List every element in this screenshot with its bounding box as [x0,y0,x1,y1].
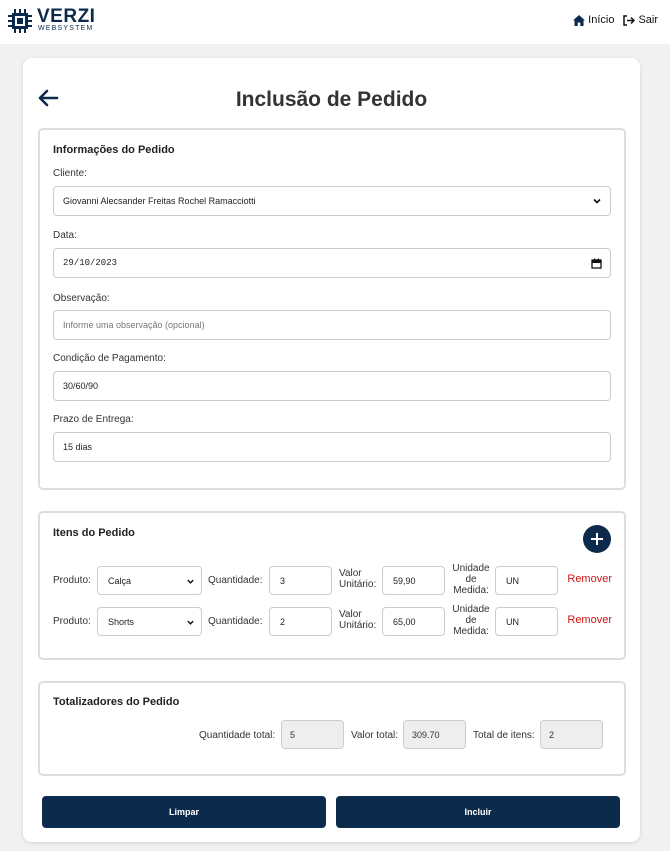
unit-value-label-line: Valor [339,609,362,620]
unit-value-label: Valor Unitário: [339,568,376,590]
unit-input[interactable]: UN [495,566,558,595]
observation-input[interactable]: Informe uma observação (opcional) [53,310,611,340]
unit-label-line: de [465,615,477,626]
remove-item-button[interactable]: Remover [567,614,612,626]
add-item-button[interactable] [583,525,611,553]
unit-value-label: Valor Unitário: [339,609,376,631]
unit-label-line: de [465,574,477,585]
unit-label: Unidade de Medida: [452,604,490,637]
total-items-label: Total de itens: [473,730,535,741]
unit-label-line: Unidade [452,604,490,615]
chevron-down-icon [187,579,194,584]
total-quantity-field: 5 [281,720,344,749]
quantity-value: 3 [280,575,286,586]
total-items-value: 2 [549,729,555,740]
remove-item-button[interactable]: Remover [567,573,612,585]
order-info-section: Informações do Pedido Cliente: Giovanni … [38,128,626,490]
total-value-field: 309.70 [403,720,466,749]
date-value: 29/10/2023 [63,258,118,268]
total-quantity-label: Quantidade total: [199,730,276,741]
observation-label: Observação: [53,293,110,304]
quantity-value: 2 [280,616,286,627]
unit-value-value: 59,90 [393,575,416,586]
clear-button[interactable]: Limpar [42,796,326,828]
submit-button[interactable]: Incluir [336,796,620,828]
item-row: Produto: Shorts Quantidade: 2 Valor Unit… [53,604,613,638]
product-label: Produto: [53,575,91,586]
total-value-value: 309.70 [412,729,440,740]
chip-logo-icon [8,9,32,33]
logout-link[interactable]: Sair [623,14,658,26]
unit-value-label-line: Unitário: [339,579,377,590]
client-select[interactable]: Giovanni Alecsander Freitas Rochel Ramac… [53,186,611,216]
total-value-label: Valor total: [351,730,399,741]
logo-title: VERZI [37,6,96,27]
total-items-field: 2 [540,720,603,749]
order-info-title: Informações do Pedido [53,144,175,156]
payment-condition-input[interactable]: 30/60/90 [53,371,611,401]
product-select[interactable]: Shorts [97,607,202,636]
client-label: Cliente: [53,168,87,179]
unit-value: UN [506,616,519,627]
top-nav: Início Sair [564,14,658,26]
unit-label-line: Unidade [452,563,490,574]
order-items-title: Itens do Pedido [53,527,135,539]
order-totals-section: Totalizadores do Pedido Quantidade total… [38,681,626,776]
quantity-input[interactable]: 3 [269,566,332,595]
product-select[interactable]: Calça [97,566,202,595]
client-value: Giovanni Alecsander Freitas Rochel Ramac… [63,196,256,206]
unit-label: Unidade de Medida: [452,563,490,596]
unit-value-label-line: Valor [339,568,362,579]
unit-value-label-line: Unitário: [339,620,377,631]
home-link-label: Início [588,14,615,26]
calendar-icon[interactable] [591,258,602,269]
logo-subtitle: WEBSYSTEM [38,25,94,32]
observation-placeholder: Informe uma observação (opcional) [63,320,205,330]
date-input[interactable]: 29/10/2023 [53,248,611,278]
chevron-down-icon [593,198,601,204]
product-label: Produto: [53,616,91,627]
unit-value: UN [506,575,519,586]
chevron-down-icon [187,620,194,625]
quantity-input[interactable]: 2 [269,607,332,636]
unit-value-input[interactable]: 65,00 [382,607,445,636]
unit-value-input[interactable]: 59,90 [382,566,445,595]
logout-icon [623,14,636,26]
logout-link-label: Sair [638,14,658,26]
delivery-time-label: Prazo de Entrega: [53,414,134,425]
order-form-card: Inclusão de Pedido Informações do Pedido… [23,58,640,842]
delivery-time-input[interactable]: 15 dias [53,432,611,462]
delivery-time-value: 15 dias [63,442,93,452]
product-value: Calça [108,575,132,586]
item-row: Produto: Calça Quantidade: 3 Valor Unitá… [53,563,613,597]
home-icon [573,14,586,26]
product-value: Shorts [108,616,135,627]
payment-condition-label: Condição de Pagamento: [53,353,166,364]
quantity-label: Quantidade: [208,575,263,586]
home-link[interactable]: Início [573,14,614,26]
quantity-label: Quantidade: [208,616,263,627]
total-quantity-value: 5 [290,729,296,740]
logo[interactable]: VERZI WEBSYSTEM [8,6,96,33]
page-title: Inclusão de Pedido [235,88,428,111]
order-items-section: Itens do Pedido Produto: Calça Quantidad… [38,511,626,660]
top-bar: VERZI WEBSYSTEM Início Sair [0,0,670,44]
date-label: Data: [53,230,77,241]
unit-input[interactable]: UN [495,607,558,636]
order-totals-title: Totalizadores do Pedido [53,696,180,708]
unit-label-line: Medida: [453,626,489,637]
unit-label-line: Medida: [453,585,489,596]
unit-value-value: 65,00 [393,616,416,627]
payment-condition-value: 30/60/90 [63,381,99,391]
